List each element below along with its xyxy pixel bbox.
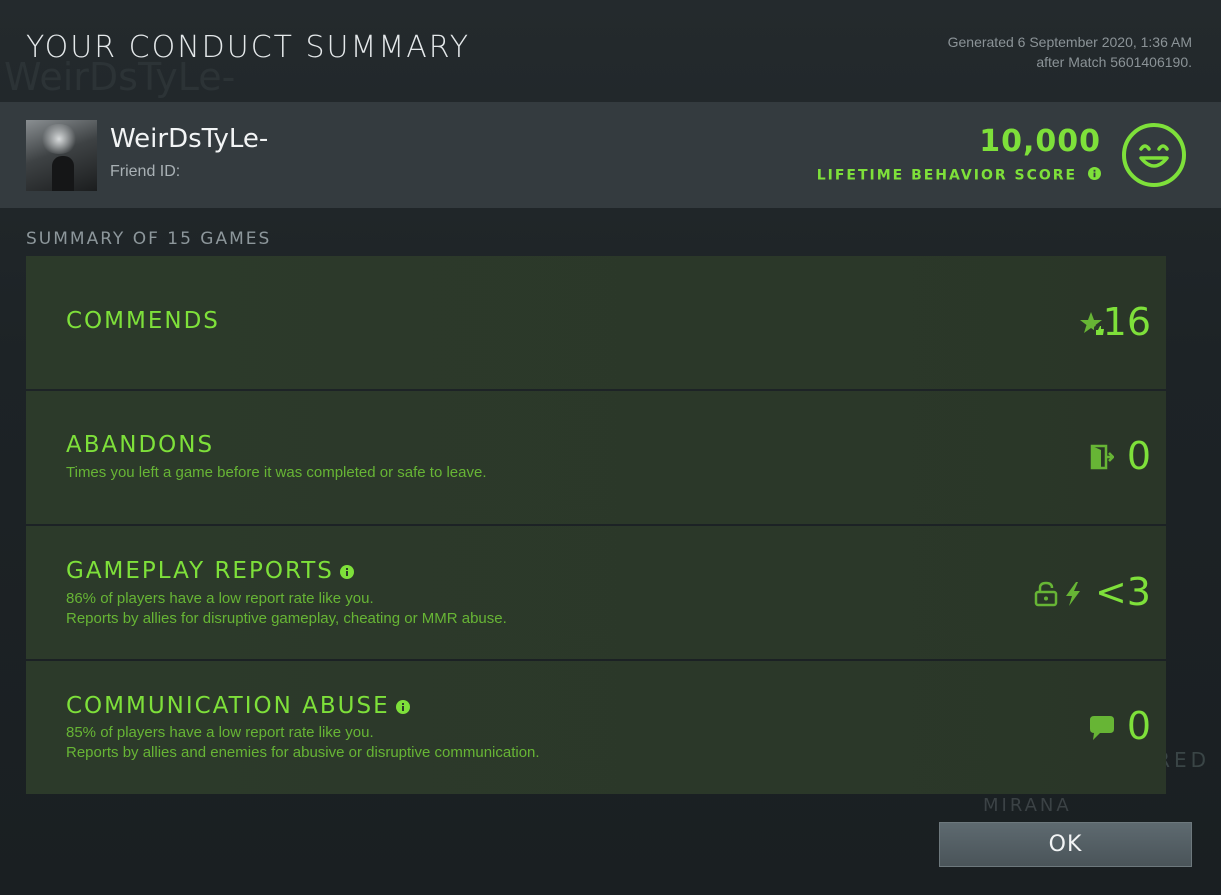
gameplay-reports-description: 86% of players have a low report rate li… — [66, 589, 507, 629]
behavior-score-label: LIFETIME BEHAVIOR SCORE — [817, 167, 1101, 184]
generated-date: Generated 6 September 2020, 1:36 AM — [947, 34, 1192, 50]
communication-abuse-title: COMMUNICATION ABUSE — [66, 693, 410, 720]
gameplay-reports-card: GAMEPLAY REPORTS 86% of players have a l… — [26, 526, 1166, 659]
gameplay-reports-rate: 86% of players have a low report rate li… — [66, 590, 374, 607]
summary-label: SUMMARY OF 15 GAMES — [26, 229, 272, 249]
star-thumbs-up-icon — [1079, 311, 1105, 341]
behavior-score-label-text: LIFETIME BEHAVIOR SCORE — [816, 167, 1078, 184]
communication-abuse-detail: Reports by allies and enemies for abusiv… — [66, 744, 540, 761]
header: YOUR CONDUCT SUMMARY Generated 6 Septemb… — [0, 0, 1221, 102]
background-ghost-hero: MIRANA — [983, 795, 1072, 816]
communication-abuse-description: 85% of players have a low report rate li… — [66, 723, 540, 763]
page-title: YOUR CONDUCT SUMMARY — [26, 30, 471, 65]
info-icon[interactable] — [339, 559, 354, 585]
behavior-score-value: 10,000 — [979, 124, 1101, 159]
abandons-card: ABANDONS Times you left a game before it… — [26, 391, 1166, 524]
commends-card: COMMENDS 16 — [26, 256, 1166, 389]
communication-abuse-card: COMMUNICATION ABUSE 85% of players have … — [26, 661, 1166, 794]
gameplay-reports-value: <3 — [1094, 570, 1151, 614]
gameplay-reports-title-text: GAMEPLAY REPORTS — [66, 558, 334, 584]
communication-abuse-value: 0 — [1126, 704, 1151, 748]
generated-match: after Match 5601406190. — [1036, 54, 1192, 70]
generated-info: Generated 6 September 2020, 1:36 AM afte… — [948, 32, 1192, 72]
avatar — [26, 120, 97, 191]
smiley-face-icon — [1121, 122, 1187, 188]
gameplay-reports-detail: Reports by allies for disruptive gamepla… — [66, 610, 507, 627]
info-icon[interactable] — [1088, 167, 1101, 184]
friend-id-label: Friend ID: — [110, 163, 181, 180]
communication-abuse-title-text: COMMUNICATION ABUSE — [66, 693, 390, 719]
abandons-value: 0 — [1126, 434, 1151, 478]
exit-door-icon — [1090, 444, 1115, 474]
abandons-title: ABANDONS — [66, 432, 215, 458]
chat-bubble-icon — [1088, 714, 1116, 746]
commends-value: 16 — [1102, 300, 1151, 344]
ok-button[interactable]: OK — [939, 822, 1192, 867]
lock-lightning-icon — [1034, 581, 1086, 611]
profile-bar: WeirDsTyLe- Friend ID: 10,000 LIFETIME B… — [0, 102, 1221, 208]
info-icon[interactable] — [395, 694, 410, 720]
username: WeirDsTyLe- — [110, 124, 269, 154]
gameplay-reports-title: GAMEPLAY REPORTS — [66, 558, 354, 585]
abandons-description: Times you left a game before it was comp… — [66, 464, 487, 481]
commends-title: COMMENDS — [66, 308, 220, 334]
communication-abuse-rate: 85% of players have a low report rate li… — [66, 724, 374, 741]
